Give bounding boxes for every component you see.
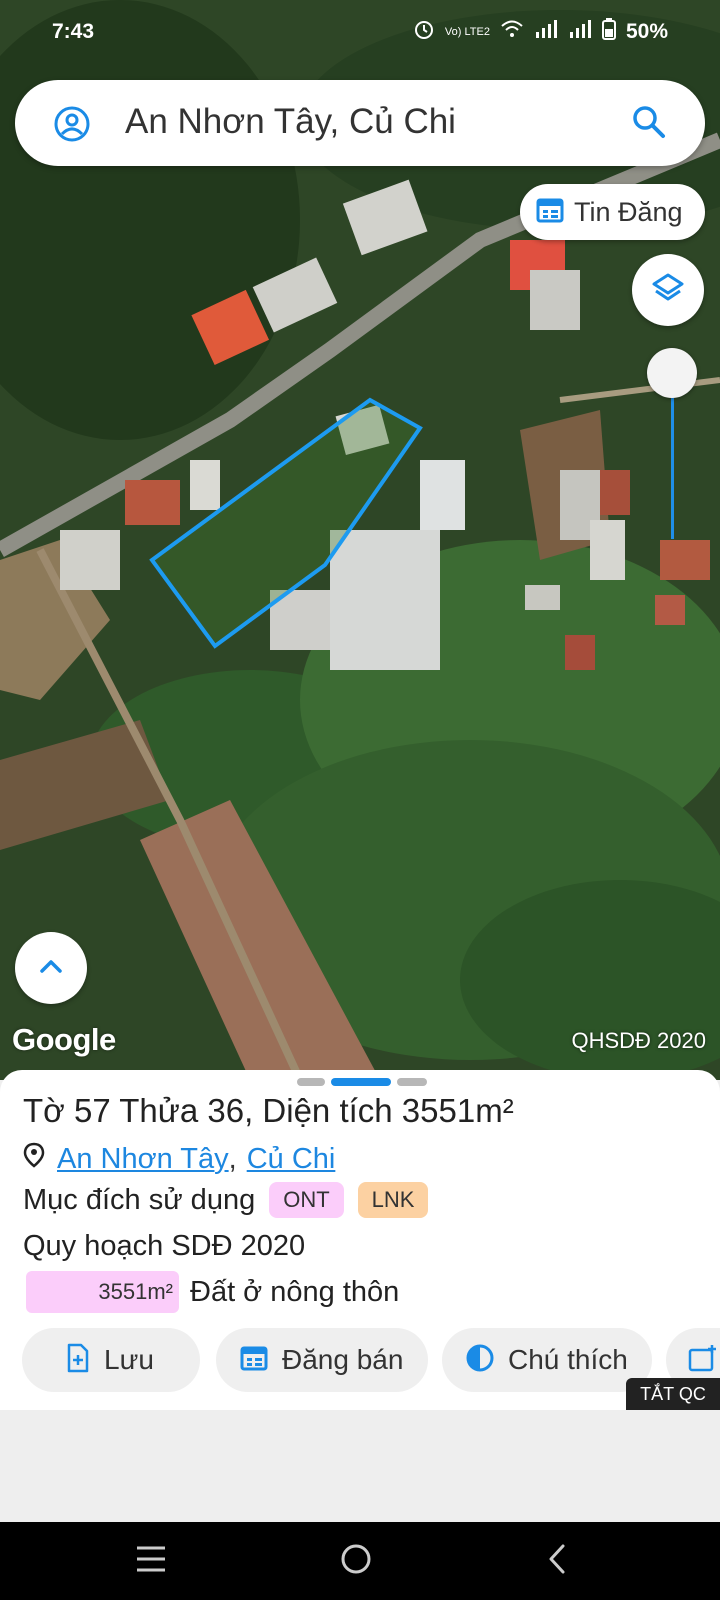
legend-button[interactable]: Chú thích (442, 1328, 652, 1392)
hide-ads-button[interactable]: TẮT QC (626, 1378, 720, 1410)
battery-icon (601, 18, 616, 46)
save-button[interactable]: Lưu (22, 1328, 200, 1392)
map-layer-label: QHSDĐ 2020 (571, 1028, 706, 1053)
land-use-area-bar: 3551m² (26, 1271, 179, 1313)
district-link[interactable]: Củ Chi (247, 1143, 336, 1176)
parcel-info-sheet[interactable]: Tờ 57 Thửa 36, Diện tích 3551m² An Nhơn … (0, 1070, 720, 1410)
calendar-icon (536, 197, 564, 228)
expand-up-button[interactable] (15, 932, 87, 1004)
wifi-icon (500, 19, 524, 45)
purpose-label: Mục đích sử dụng (23, 1183, 256, 1216)
alarm-icon (413, 18, 435, 46)
signal-icon-2 (568, 19, 592, 45)
post-sale-label: Đăng bán (282, 1344, 404, 1375)
sheet-page-indicator[interactable] (297, 1078, 427, 1086)
calendar-icon (240, 1345, 268, 1376)
purpose-tag-ont[interactable]: ONT (269, 1182, 344, 1218)
recent-apps-icon[interactable] (135, 1542, 167, 1581)
status-bar: 7:43 Vo) LTE2 50% (0, 0, 720, 66)
account-icon[interactable] (53, 105, 91, 148)
tin-dang-label: Tin Đăng (574, 196, 683, 227)
location-pin-icon (23, 1142, 45, 1176)
lte-icon: Vo) LTE2 (444, 25, 490, 38)
opacity-slider-track[interactable] (671, 392, 674, 539)
home-icon[interactable] (339, 1542, 373, 1581)
tin-dang-button[interactable]: Tin Đăng (520, 184, 705, 240)
system-nav-bar (0, 1522, 720, 1600)
land-purpose: Mục đích sử dụng ONT LNK (23, 1182, 429, 1218)
signal-icon (534, 19, 558, 45)
save-label: Lưu (104, 1344, 154, 1375)
land-use-type: Đất ở nông thôn (190, 1275, 400, 1308)
chevron-up-icon (38, 957, 64, 980)
add-file-icon (66, 1343, 90, 1378)
parcel-title: Tờ 57 Thửa 36, Diện tích 3551m² (23, 1092, 514, 1129)
plan-label: Quy hoạch SDĐ 2020 (23, 1230, 306, 1262)
parcel-location: An Nhơn Tây , Củ Chi (23, 1142, 335, 1176)
layers-icon (651, 271, 685, 310)
google-logo: Google (12, 1022, 116, 1057)
contrast-icon (466, 1344, 494, 1377)
back-icon[interactable] (545, 1542, 569, 1581)
search-icon[interactable] (631, 104, 667, 145)
purpose-tag-lnk[interactable]: LNK (357, 1182, 429, 1218)
legend-label: Chú thích (508, 1344, 628, 1375)
add-photo-icon (688, 1344, 718, 1377)
action-row[interactable]: Lưu Đăng bán Chú thích (22, 1328, 720, 1396)
commune-link[interactable]: An Nhơn Tây (57, 1143, 229, 1176)
land-use-row: 3551m² Đất ở nông thôn (26, 1271, 399, 1313)
search-query[interactable]: An Nhơn Tây, Củ Chi (125, 102, 456, 142)
status-time: 7:43 (52, 20, 95, 43)
battery-percent: 50% (625, 20, 668, 43)
layers-button[interactable] (632, 254, 704, 326)
location-separator: , (228, 1142, 237, 1175)
post-sale-button[interactable]: Đăng bán (216, 1328, 428, 1392)
opacity-slider-handle[interactable] (647, 348, 697, 398)
search-bar[interactable]: An Nhơn Tây, Củ Chi (15, 80, 705, 166)
